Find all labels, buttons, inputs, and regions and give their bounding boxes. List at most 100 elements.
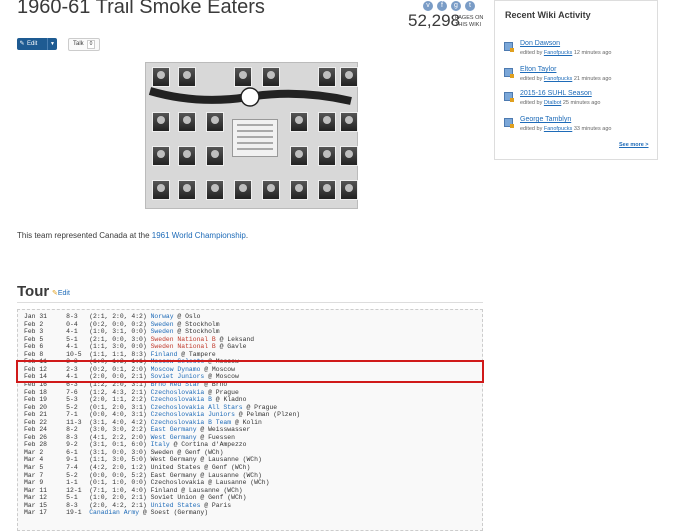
activity-page-link[interactable]: Don Dawson <box>520 40 560 47</box>
player-portrait <box>206 146 224 166</box>
vk-icon[interactable]: v <box>423 1 433 11</box>
tour-row-opponent[interactable]: Sweden National B <box>151 336 216 343</box>
player-portrait <box>152 146 170 166</box>
section-edit-label: Edit <box>57 290 70 297</box>
section-edit-link[interactable]: ✎Edit <box>52 289 70 297</box>
activity-user-link[interactable]: Fanofpucks <box>544 50 572 56</box>
activity-meta: edited by Fanofpucks 33 minutes ago <box>520 126 611 132</box>
world-championship-link[interactable]: 1961 World Championship <box>152 231 246 240</box>
social-share-bar: v f g t <box>423 1 475 11</box>
tour-row-location: @ Prague <box>242 403 278 411</box>
see-more-link[interactable]: See more > <box>619 142 649 148</box>
tour-row: Feb 6 4-1 (1:1, 3:0, 0:0) Sweden Nationa… <box>24 343 246 351</box>
player-portrait <box>318 180 336 200</box>
tour-row-opponent[interactable]: Czechoslovakia B Team <box>151 419 232 426</box>
tour-row-result: Feb 22 11-3 (3:1, 4:0, 4:2) <box>24 418 151 426</box>
tour-row: Mar 2 6-1 (3:1, 0:0, 3:0) Sweden @ Genf … <box>24 449 223 457</box>
tour-row-opponent[interactable]: Italy <box>151 441 170 448</box>
player-portrait <box>178 67 196 87</box>
tour-row-opponent[interactable]: Norway <box>151 313 174 320</box>
player-portrait <box>340 67 358 87</box>
tour-row: Mar 12 5-1 (1:0, 2:0, 2:1) Soviet Union … <box>24 494 246 502</box>
page-edit-icon <box>504 118 514 128</box>
activity-edited-by: edited by <box>520 50 544 56</box>
section-heading-tour: Tour <box>17 283 50 300</box>
tour-row-result: Feb 2 0-4 (0:2, 0:0, 0:2) <box>24 320 151 328</box>
tour-row: Jan 31 8-3 (2:1, 2:0, 4:2) Norway @ Oslo <box>24 313 200 321</box>
tour-row-location: @ Weisswasser <box>196 426 251 434</box>
edit-button[interactable]: ✎ Edit ▼ <box>17 38 57 50</box>
activity-page-link[interactable]: Elton Taylor <box>520 66 556 73</box>
tour-row-location: @ Genf (WCh) <box>173 448 224 456</box>
tour-row-opponent[interactable]: Czechoslovakia Juniors <box>151 411 235 418</box>
tour-row-result: Jan 31 8-3 (2:1, 2:0, 4:2) <box>24 313 151 320</box>
tour-row: Feb 21 7-1 (0:0, 4:0, 3:1) Czechoslovaki… <box>24 411 300 419</box>
highlight-box <box>16 360 484 383</box>
activity-user-link[interactable]: Fanofpucks <box>544 76 572 82</box>
tour-row-result: Feb 21 7-1 (0:0, 4:0, 3:1) <box>24 411 151 419</box>
tour-row-result: Mar 2 6-1 (3:1, 0:0, 3:0) <box>24 448 151 456</box>
tour-row-opponent: East Germany <box>150 471 197 479</box>
tour-row-opponent[interactable]: Finland <box>151 351 178 358</box>
chevron-down-icon[interactable]: ▼ <box>47 38 57 50</box>
player-portrait <box>290 112 308 132</box>
tour-row-result: Feb 3 4-1 (1:0, 3:1, 0:0) <box>24 328 151 336</box>
tour-row-location: @ Paris <box>200 501 232 509</box>
player-portrait <box>178 146 196 166</box>
tour-row-location: @ Lausanne (WCh) <box>196 456 262 464</box>
tour-row-location: @ Genf (WCh) <box>200 464 251 471</box>
tour-row-result: Feb 6 4-1 (1:1, 3:0, 0:0) <box>24 343 151 351</box>
tour-row-opponent: Sweden <box>150 448 174 456</box>
tour-row-opponent[interactable]: Sweden <box>151 328 174 335</box>
tour-row: Mar 15 8-3 (2:0, 4:2, 2:1) United States… <box>24 502 231 510</box>
talk-button[interactable]: Talk 0 <box>68 38 101 51</box>
tour-row-opponent[interactable]: Czechoslovakia All Stars <box>151 404 243 411</box>
tour-row-opponent: Finland <box>150 486 178 494</box>
page-edit-icon <box>504 92 514 102</box>
activity-page-link[interactable]: 2015-16 SUHL Season <box>520 90 592 97</box>
tour-row-location: @ Kolin <box>231 418 262 426</box>
tour-row-opponent[interactable]: East Germany <box>151 426 197 433</box>
tour-row-opponent[interactable]: Czechoslovakia B <box>151 396 212 403</box>
player-portrait <box>152 180 170 200</box>
activity-user-link[interactable]: Dtalbot <box>544 100 561 106</box>
edit-button-label: Edit <box>27 41 38 47</box>
tour-row: Mar 9 1-1 (0:1, 1:0, 0:0) Czechoslovakia… <box>24 479 269 487</box>
player-portrait <box>262 67 280 87</box>
tour-row: Feb 2 0-4 (0:2, 0:0, 0:2) Sweden @ Stock… <box>24 321 220 329</box>
pages-count-label: PAGES ON THIS WIKI <box>455 15 484 28</box>
tour-row: Feb 26 8-3 (4:1, 2:2, 2:0) West Germany … <box>24 434 235 442</box>
tour-row-result: Feb 20 5-2 (0:1, 2:0, 3:1) <box>24 403 151 411</box>
tour-row-opponent[interactable]: Sweden National B <box>151 343 216 350</box>
tour-row-result: Feb 28 9-2 (3:1, 0:1, 6:0) <box>24 441 151 449</box>
intro-paragraph: This team represented Canada at the 1961… <box>17 231 248 240</box>
tour-row-opponent: United States <box>150 464 201 471</box>
tour-row-opponent[interactable]: Sweden <box>151 321 174 328</box>
activity-time: 12 minutes ago <box>572 50 612 56</box>
tour-row: Feb 22 11-3 (3:1, 4:0, 4:2) Czechoslovak… <box>24 419 262 427</box>
tour-row-result: Feb 24 8-2 (3:0, 3:0, 2:2) <box>24 426 151 434</box>
tour-row-opponent: West Germany <box>150 456 197 464</box>
talk-count-badge: 0 <box>86 40 96 49</box>
tour-row: Feb 24 8-2 (3:0, 3:0, 2:2) East Germany … <box>24 426 250 434</box>
tour-row-location: @ Leksand <box>215 335 255 343</box>
tour-row-opponent[interactable]: United States <box>151 502 201 509</box>
player-portrait <box>318 146 336 166</box>
pages-count: 52,298 <box>408 11 460 30</box>
googleplus-icon[interactable]: g <box>451 1 461 11</box>
tour-row: Feb 20 5-2 (0:1, 2:0, 3:1) Czechoslovaki… <box>24 404 277 412</box>
activity-time: 33 minutes ago <box>572 126 612 132</box>
tour-row-opponent[interactable]: Canadian Army <box>89 509 139 516</box>
pencil-icon: ✎ <box>19 41 25 47</box>
tour-row-location: @ Oslo <box>173 313 201 320</box>
player-portrait <box>234 67 252 87</box>
facebook-icon[interactable]: f <box>437 1 447 11</box>
activity-page-link[interactable]: George Tamblyn <box>520 116 571 123</box>
activity-user-link[interactable]: Fanofpucks <box>544 126 572 132</box>
tour-row-result: Mar 4 9-1 (1:1, 3:0, 5:0) <box>24 456 151 464</box>
player-portrait <box>290 146 308 166</box>
tour-row-opponent[interactable]: West Germany <box>151 434 197 441</box>
tour-row-location: @ Stockholm <box>173 328 220 336</box>
tour-row-opponent[interactable]: Czechoslovakia <box>151 389 205 396</box>
twitter-icon[interactable]: t <box>465 1 475 11</box>
